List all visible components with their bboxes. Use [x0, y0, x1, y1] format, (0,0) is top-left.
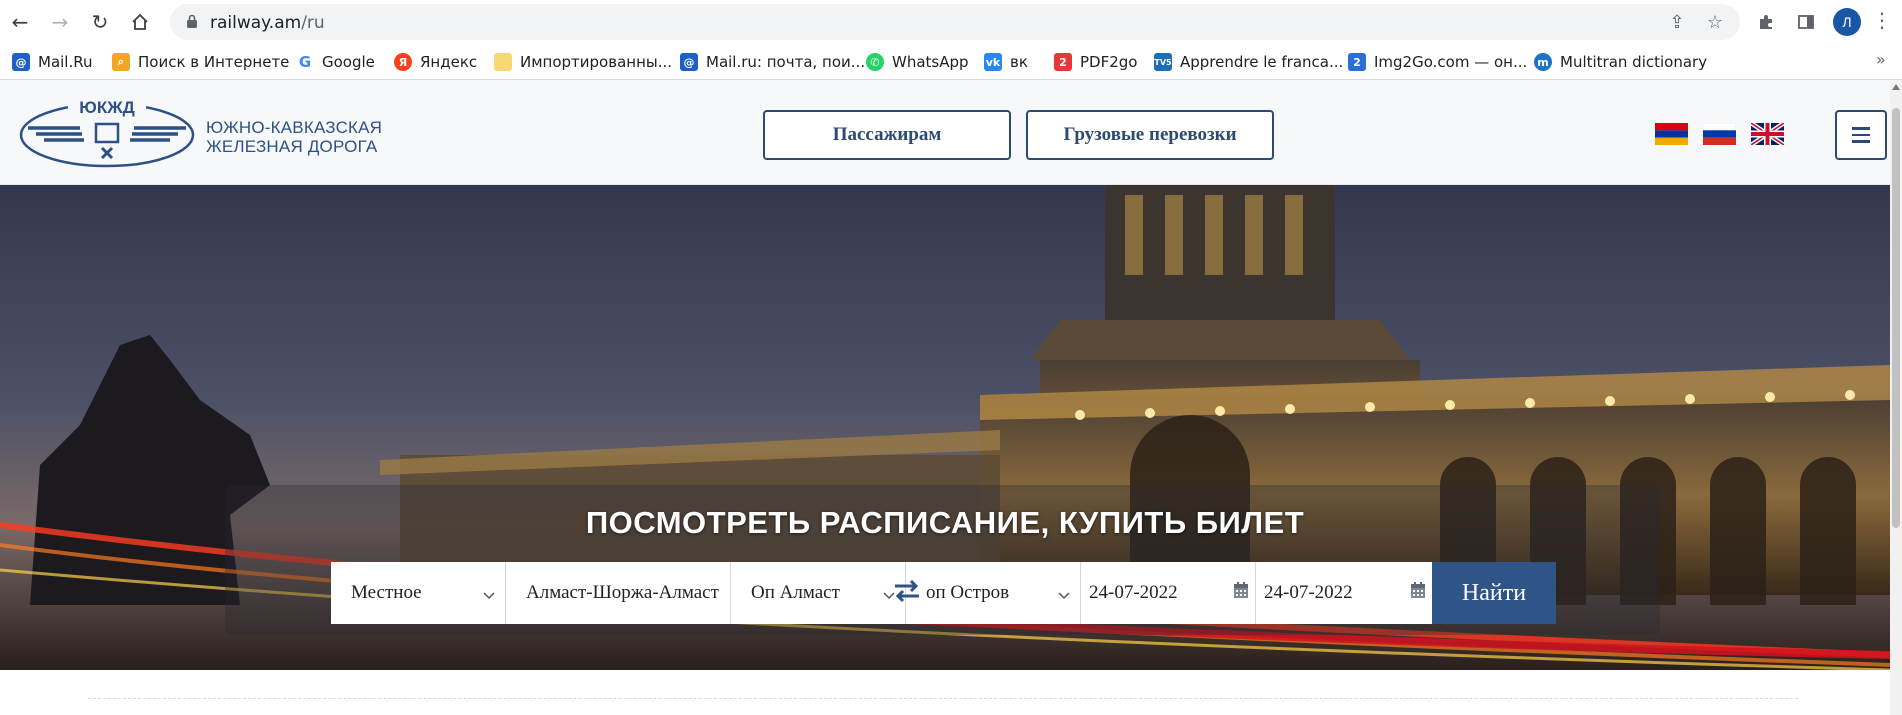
railway-logo[interactable]: ЮКЖД: [18, 98, 196, 168]
bookmark-img2go[interactable]: 2 Img2Go.com — он...: [1348, 50, 1527, 74]
bookmark-label: Яндекс: [420, 53, 478, 71]
bookmark-label: Multitran dictionary: [1560, 53, 1708, 71]
bookmark-label: Google: [322, 53, 375, 71]
star-icon[interactable]: ☆: [1704, 12, 1726, 34]
vk-icon: vk: [984, 53, 1002, 71]
date-to-input[interactable]: 24-07-2022: [1256, 562, 1432, 624]
bookmark-label: WhatsApp: [892, 53, 969, 71]
img2go-icon: 2: [1348, 53, 1366, 71]
bookmark-vk[interactable]: vk вк: [984, 50, 1028, 74]
reload-icon[interactable]: ↻: [86, 8, 114, 36]
multitran-icon: m: [1534, 53, 1552, 71]
mailru-icon: @: [12, 53, 30, 71]
chevron-down-icon: [1058, 592, 1070, 600]
bookmark-label: Apprendre le franca...: [1180, 53, 1344, 71]
armenian-flag-icon[interactable]: [1655, 123, 1688, 145]
mailru-icon: @: [680, 53, 698, 71]
route-value: Алмаст-Шоржа-Алмаст: [526, 582, 719, 603]
back-icon[interactable]: ←: [6, 8, 34, 36]
bookmark-whatsapp[interactable]: ✆ WhatsApp: [866, 50, 969, 74]
date-from-input[interactable]: 24-07-2022: [1081, 562, 1256, 624]
logo-text: ЮКЖД: [79, 98, 134, 117]
org-name-line2: ЖЕЛЕЗНАЯ ДОРОГА: [206, 137, 378, 156]
departure-station-select[interactable]: Оп Алмаст: [731, 562, 906, 624]
bookmark-tv5[interactable]: TV5 Apprendre le franca...: [1154, 50, 1343, 74]
bookmark-label: Img2Go.com — он...: [1374, 53, 1528, 71]
bookmark-google[interactable]: G Google: [296, 50, 375, 74]
cargo-button[interactable]: Грузовые перевозки: [1026, 110, 1274, 160]
profile-avatar[interactable]: Л: [1833, 8, 1861, 36]
more-bookmarks-icon[interactable]: »: [1876, 50, 1886, 69]
passengers-button[interactable]: Пассажирам: [763, 110, 1011, 160]
arrival-station-select[interactable]: оп Остров: [906, 562, 1081, 624]
russian-flag-icon[interactable]: [1703, 123, 1736, 145]
bookmark-pdf2go[interactable]: 2 PDF2go: [1054, 50, 1137, 74]
travel-type-select[interactable]: Местное: [331, 562, 506, 624]
scroll-up-icon[interactable]: [1892, 84, 1900, 90]
calendar-icon: [1411, 582, 1425, 598]
forward-icon[interactable]: →: [46, 8, 74, 36]
bookmark-search-web[interactable]: ⌕ Поиск в Интернете: [112, 50, 289, 74]
address-bar[interactable]: railway.am/ru ⇪ ☆: [170, 4, 1740, 40]
home-icon[interactable]: [126, 8, 154, 36]
uk-flag-icon[interactable]: [1751, 123, 1784, 145]
calendar-icon: [1234, 582, 1248, 598]
bookmark-label: Поиск в Интернете: [138, 53, 290, 71]
extensions-icon[interactable]: [1752, 8, 1780, 36]
url-text: railway.am/ru: [210, 13, 325, 33]
hero-title: ПОСМОТРЕТЬ РАСПИСАНИЕ, КУПИТЬ БИЛЕТ: [585, 505, 1305, 540]
bookmark-multitran[interactable]: m Multitran dictionary: [1534, 50, 1707, 74]
org-name-line1: ЮЖНО-КАВКАЗСКАЯ: [206, 118, 383, 137]
bookmark-label: вк: [1010, 53, 1028, 71]
bookmarks-bar: @ Mail.Ru ⌕ Поиск в Интернете G Google Я Янд…: [0, 44, 1902, 80]
tv5-icon: TV5: [1154, 53, 1172, 71]
route-select[interactable]: Алмаст-Шоржа-Алмаст: [506, 562, 731, 624]
share-icon[interactable]: ⇪: [1666, 12, 1688, 34]
whatsapp-icon: ✆: [866, 53, 884, 71]
bookmark-label: Mail.ru: почта, пои...: [706, 53, 866, 71]
hamburger-menu-icon[interactable]: [1835, 110, 1887, 160]
section-divider: [88, 698, 1798, 699]
bookmark-mailru-mail[interactable]: @ Mail.ru: почта, пои...: [680, 50, 865, 74]
date-to-value: 24-07-2022: [1264, 582, 1353, 603]
scrollbar-thumb[interactable]: [1892, 108, 1900, 528]
bookmark-imported[interactable]: Импортированны...: [494, 50, 672, 74]
page-scrollbar[interactable]: [1890, 80, 1902, 715]
pdf2go-icon: 2: [1054, 53, 1072, 71]
folder-icon: [494, 53, 512, 71]
google-icon: G: [296, 53, 314, 71]
site-header: ЮКЖД ЮЖНО-КАВКАЗСКАЯ ЖЕЛЕЗНАЯ ДОРОГА Пас…: [0, 80, 1902, 185]
hero-banner: ПОСМОТРЕТЬ РАСПИСАНИЕ, КУПИТЬ БИЛЕТ Мест…: [0, 185, 1890, 670]
travel-type-value: Местное: [351, 582, 422, 603]
bookmark-label: Импортированны...: [520, 53, 673, 71]
chevron-down-icon: [483, 592, 495, 600]
lock-icon: [187, 14, 197, 28]
browser-toolbar: ← → ↻ railway.am/ru ⇪ ☆ Л ⋮: [0, 0, 1902, 44]
organization-name: ЮЖНО-КАВКАЗСКАЯ ЖЕЛЕЗНАЯ ДОРОГА: [206, 118, 382, 156]
url-host: railway.am: [210, 13, 302, 33]
bookmark-label: PDF2go: [1080, 53, 1138, 71]
bookmark-yandex[interactable]: Я Яндекс: [394, 50, 477, 74]
departure-station-value: Оп Алмаст: [751, 582, 840, 603]
search-web-icon: ⌕: [112, 53, 130, 71]
yandex-icon: Я: [394, 53, 412, 71]
arrival-station-value: оп Остров: [926, 582, 1010, 603]
swap-stations-icon[interactable]: [893, 578, 921, 604]
url-path: /ru: [301, 13, 325, 33]
date-from-value: 24-07-2022: [1089, 582, 1178, 603]
bookmark-label: Mail.Ru: [38, 53, 93, 71]
bookmark-mailru[interactable]: @ Mail.Ru: [12, 50, 93, 74]
search-submit-button[interactable]: Найти: [1432, 562, 1556, 624]
browser-menu-icon[interactable]: ⋮: [1870, 8, 1894, 36]
side-panel-icon[interactable]: [1792, 8, 1820, 36]
